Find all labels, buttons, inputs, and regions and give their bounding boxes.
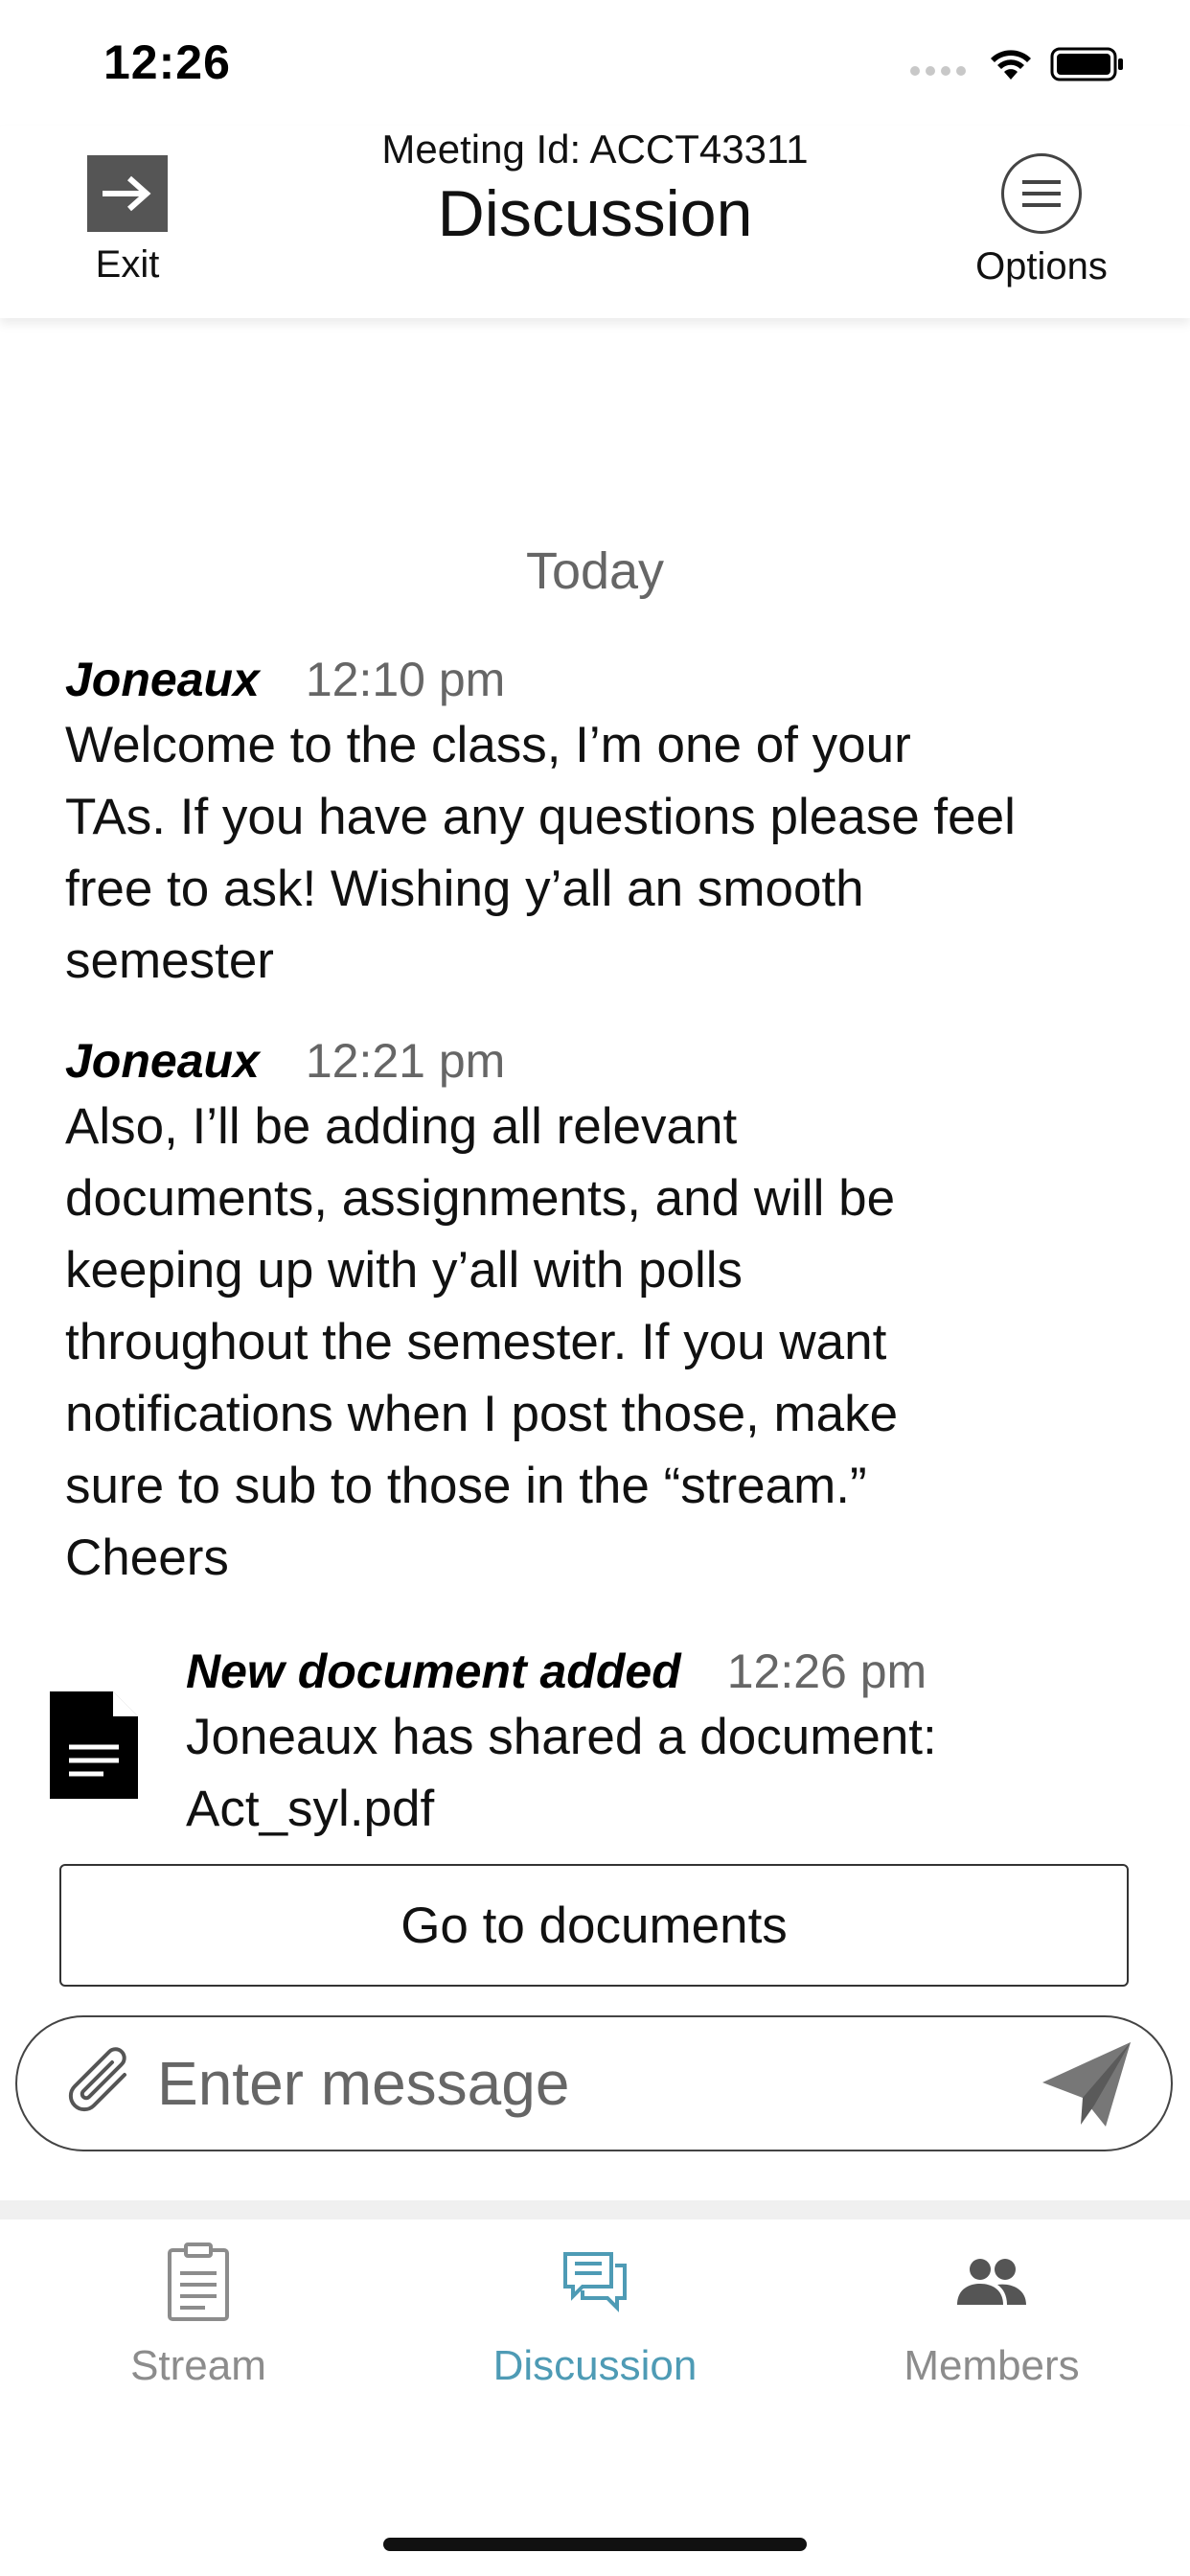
cellular-signal-icon xyxy=(910,66,966,76)
chat-message: Joneaux 12:21 pm Also, I’ll be adding all… xyxy=(65,1031,1129,1594)
menu-icon xyxy=(1001,153,1082,234)
message-author: Joneaux xyxy=(65,1034,260,1088)
clipboard-icon xyxy=(168,2242,229,2321)
header: Exit Meeting Id: ACCT43311 Discussion Op… xyxy=(0,126,1190,318)
paperclip-icon[interactable] xyxy=(65,2046,142,2123)
divider xyxy=(0,2200,1190,2220)
tab-members[interactable]: Members xyxy=(793,2220,1190,2478)
home-indicator xyxy=(383,2538,807,2551)
battery-icon xyxy=(1050,47,1123,81)
tab-label: Members xyxy=(904,2342,1080,2389)
options-button[interactable]: Options xyxy=(970,153,1113,288)
status-time: 12:26 xyxy=(103,35,231,89)
message-time: 12:10 pm xyxy=(305,653,506,706)
tab-label: Stream xyxy=(130,2342,266,2389)
date-divider: Today xyxy=(525,542,665,600)
document-notice: New document added 12:26 pm Joneaux has s… xyxy=(186,1642,1144,1845)
go-to-documents-button[interactable]: Go to documents xyxy=(59,1864,1129,1987)
message-input[interactable] xyxy=(157,2040,1019,2127)
status-bar: 12:26 xyxy=(0,0,1190,126)
people-icon xyxy=(957,2259,1026,2305)
document-icon xyxy=(50,1691,138,1799)
message-time: 12:21 pm xyxy=(305,1034,506,1088)
notice-title: New document added xyxy=(186,1644,681,1698)
notice-text: Joneaux has shared a document: Act_syl.p… xyxy=(186,1709,937,1837)
chat-icon xyxy=(563,2252,627,2312)
message-text: Also, I’ll be adding all relevant docume… xyxy=(65,1098,899,1586)
notice-time: 12:26 pm xyxy=(726,1644,927,1698)
message-text: Welcome to the class, I’m one of your TA… xyxy=(65,717,1016,989)
send-icon[interactable] xyxy=(1039,2038,1134,2130)
status-icons xyxy=(910,46,1125,82)
tab-label: Discussion xyxy=(492,2342,698,2389)
wifi-icon xyxy=(991,50,1031,80)
message-composer xyxy=(15,2015,1173,2151)
tab-bar: Stream Discussion Members xyxy=(0,2220,1190,2478)
tab-discussion[interactable]: Discussion xyxy=(397,2220,793,2478)
options-label: Options xyxy=(975,245,1108,288)
chat-message: Joneaux 12:10 pm Welcome to the class, I’… xyxy=(65,650,1129,997)
message-author: Joneaux xyxy=(65,653,260,706)
tab-stream[interactable]: Stream xyxy=(0,2220,397,2478)
